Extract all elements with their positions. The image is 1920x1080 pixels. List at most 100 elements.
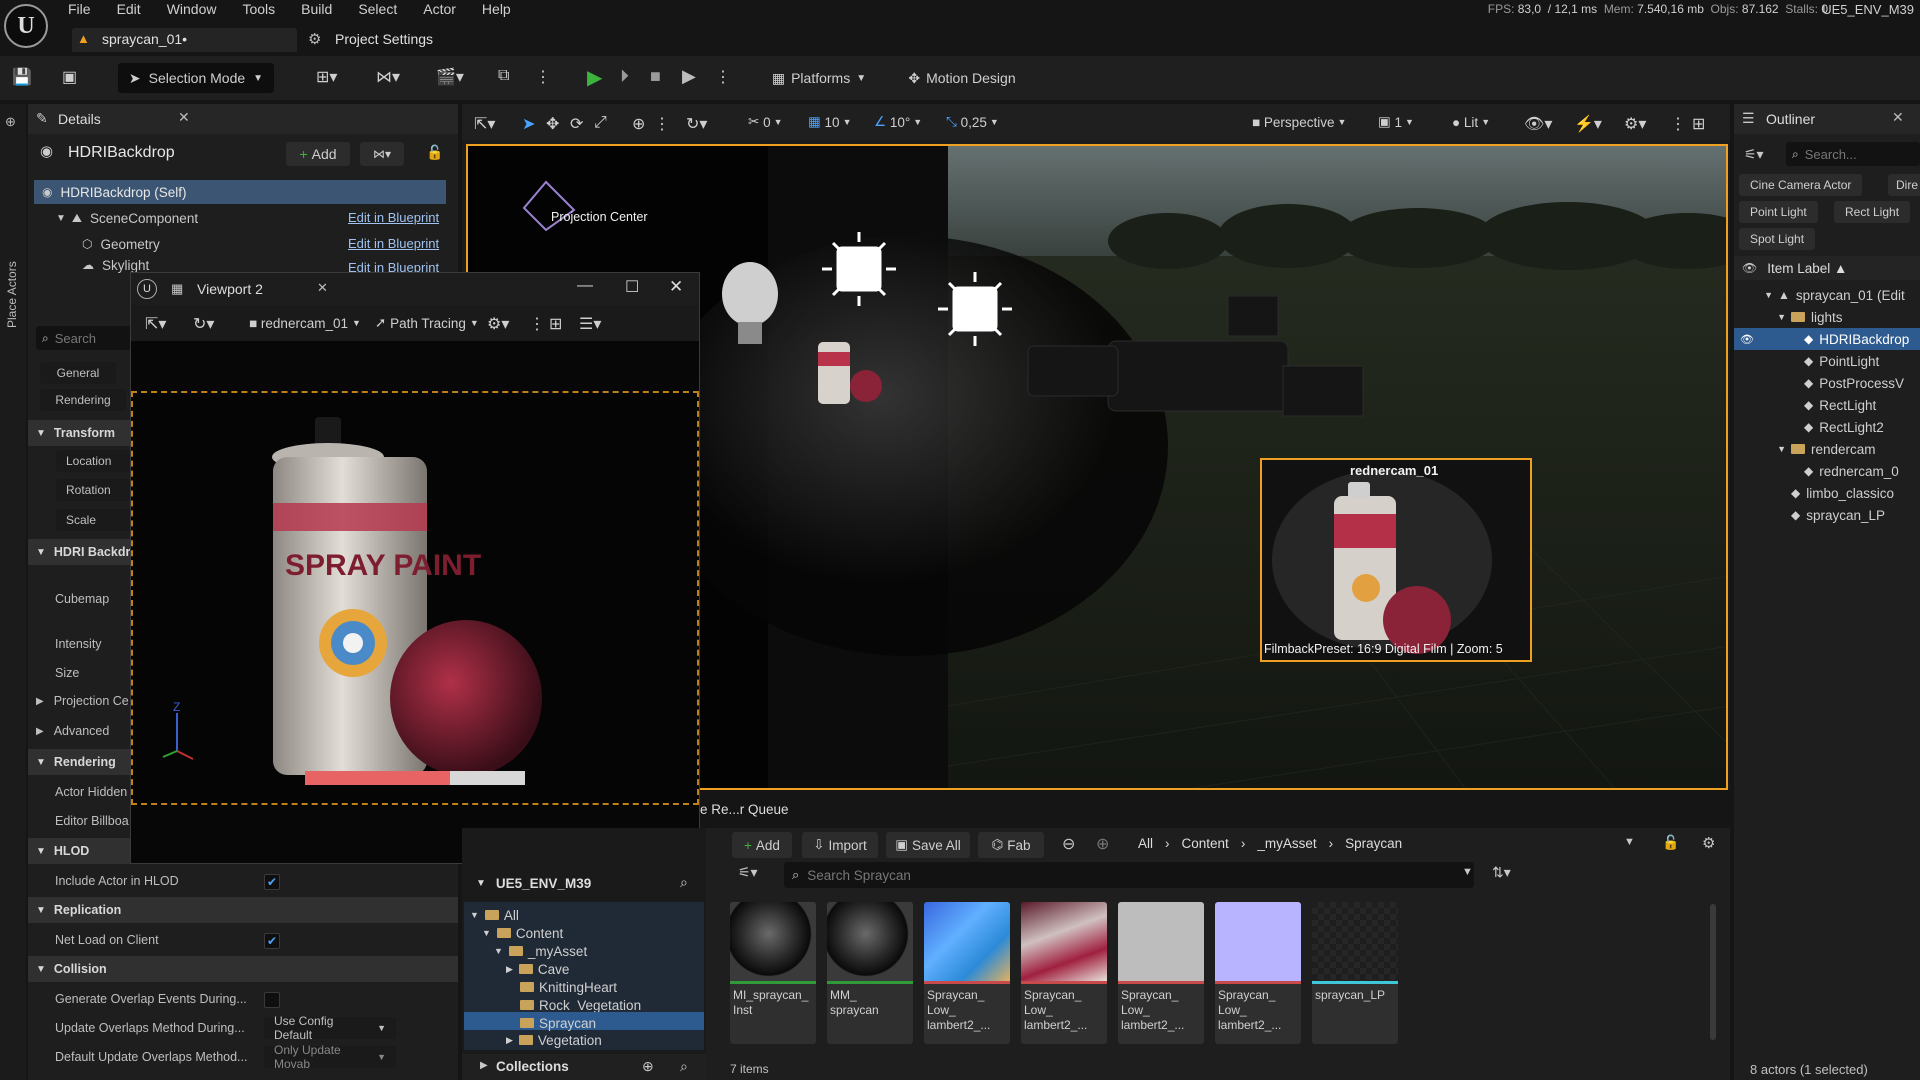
tree-knittingheart[interactable]: KnittingHeart bbox=[520, 978, 617, 996]
details-tab[interactable]: ✎ Details ✕ bbox=[28, 104, 458, 134]
camera-speed-dropdown[interactable]: ▣ 1 ▼ bbox=[1378, 110, 1414, 134]
content-icon[interactable]: ▣ bbox=[62, 67, 77, 87]
minimize-icon[interactable]: — bbox=[577, 277, 593, 295]
filter-icon[interactable]: ⚟▾ bbox=[738, 864, 758, 881]
grid-snap-dropdown[interactable]: ▦ 10 ▼ bbox=[808, 110, 851, 134]
add-button[interactable]: + Add bbox=[732, 832, 792, 858]
breadcrumb-item[interactable]: _myAsset bbox=[1257, 836, 1316, 851]
outliner-item[interactable]: ◆ spraycan_LP bbox=[1734, 504, 1920, 526]
outliner-item[interactable]: ◆ RectLight2 bbox=[1734, 416, 1920, 438]
tree-content[interactable]: ▼ Content bbox=[482, 924, 563, 942]
more-icon[interactable]: ⋮ bbox=[529, 314, 545, 334]
tree-cave[interactable]: ▶ Cave bbox=[506, 960, 569, 978]
visibility-icon[interactable]: 👁 bbox=[1740, 333, 1760, 346]
selection-mode-dropdown[interactable]: ➤ Selection Mode ▼ bbox=[118, 63, 274, 93]
tab-level[interactable]: ▲ spraycan_01• bbox=[72, 28, 297, 52]
play-more-icon[interactable]: ⋮ bbox=[715, 67, 731, 87]
section-collision[interactable]: ▼ Collision bbox=[28, 956, 458, 982]
add-component-button[interactable]: + Add bbox=[286, 142, 350, 166]
outliner-item[interactable]: ◆ RectLight bbox=[1734, 394, 1920, 416]
menu-window[interactable]: Window bbox=[167, 1, 217, 17]
snap-dropdown[interactable]: ✂ 0 ▼ bbox=[748, 110, 783, 134]
settings-icon[interactable]: ⚙▾ bbox=[1624, 114, 1646, 134]
close-tab-icon[interactable]: ✕ bbox=[317, 280, 328, 296]
more-icon[interactable]: ⋮ bbox=[1670, 114, 1686, 134]
menu-edit[interactable]: Edit bbox=[117, 1, 141, 17]
asset-tile[interactable]: Spraycan_ Low_ lambert2_... bbox=[1118, 902, 1204, 1044]
asset-tile[interactable]: Spraycan_ Low_ lambert2_... bbox=[1215, 902, 1301, 1044]
back-icon[interactable]: ⊖ bbox=[1062, 834, 1075, 854]
chip-cine-camera[interactable]: Cine Camera Actor bbox=[1739, 174, 1863, 196]
breadcrumb-item[interactable]: Content bbox=[1182, 836, 1229, 851]
place-actors-strip[interactable]: ⊕ Place Actors bbox=[0, 104, 26, 1080]
tree-vegetation[interactable]: ▶ Vegetation bbox=[506, 1032, 602, 1048]
projection-center-label[interactable]: Projection Center bbox=[551, 210, 648, 224]
outliner-item[interactable]: ◆ PostProcessV bbox=[1734, 372, 1920, 394]
outliner-item[interactable]: ◆ rednercam_0 bbox=[1734, 460, 1920, 482]
save-icon[interactable]: 💾 bbox=[12, 67, 32, 87]
advanced-row[interactable]: ▶ Advanced bbox=[36, 724, 109, 738]
chevron-down-icon[interactable]: ▼ bbox=[1624, 836, 1635, 848]
filter-general[interactable]: General bbox=[40, 362, 116, 384]
unreal-logo-icon[interactable]: U bbox=[4, 4, 48, 48]
edit-in-blueprint-link[interactable]: Edit in Blueprint bbox=[348, 210, 439, 225]
select-icon[interactable]: ➤ bbox=[522, 114, 535, 134]
rotation-snap-dropdown[interactable]: ∠ 10° ▼ bbox=[874, 110, 922, 134]
edit-in-blueprint-link[interactable]: Edit in Blueprint bbox=[348, 236, 439, 251]
settings-icon[interactable]: ⚙▾ bbox=[487, 314, 509, 334]
filter-rendering[interactable]: Rendering bbox=[40, 389, 126, 411]
maximize-icon[interactable]: ☐ bbox=[625, 277, 639, 297]
tab-project-settings[interactable]: ⚙ Project Settings bbox=[305, 28, 485, 52]
viewport2-render[interactable]: SPRAY PAINT Z bbox=[131, 391, 699, 805]
asset-tile[interactable]: spraycan_LP bbox=[1312, 902, 1398, 1044]
close-icon[interactable]: ✕ bbox=[1892, 109, 1904, 126]
scale-icon[interactable]: ⤢ bbox=[594, 114, 607, 132]
hamburger-icon[interactable]: ☰▾ bbox=[579, 314, 601, 334]
chip-rect-light[interactable]: Rect Light bbox=[1834, 201, 1911, 223]
outliner-search-input[interactable]: ⌕ Search... bbox=[1786, 142, 1920, 166]
default-update-dropdown[interactable]: Only Update Movab ▼ bbox=[264, 1043, 396, 1071]
build-icon[interactable]: ⧉ bbox=[498, 67, 509, 85]
outliner-tab[interactable]: ☰ Outliner ✕ bbox=[1734, 104, 1920, 134]
import-button[interactable]: ⇩ Import bbox=[802, 832, 878, 858]
fab-button[interactable]: ⌬ Fab bbox=[978, 832, 1044, 858]
search-icon[interactable]: ⌕ bbox=[680, 874, 688, 891]
filter-icon[interactable]: ⚟▾ bbox=[1744, 146, 1764, 163]
chip-spot-light[interactable]: Spot Light bbox=[1739, 228, 1816, 250]
outliner-header[interactable]: 👁 Item Label ▲ bbox=[1734, 256, 1920, 280]
move-icon[interactable]: ✥ bbox=[546, 114, 559, 134]
outliner-item[interactable]: ▼ lights bbox=[1734, 306, 1920, 328]
outliner-item[interactable]: ▼ ▲ spraycan_01 (Edit bbox=[1734, 284, 1920, 306]
rotate-icon[interactable]: ⟳ bbox=[570, 114, 583, 134]
lock-icon[interactable]: 🔓 bbox=[1662, 834, 1679, 851]
generate-overlap-checkbox[interactable]: ✔ bbox=[264, 992, 280, 1008]
camera-dropdown[interactable]: ■ rednercam_01 ▼ bbox=[249, 311, 361, 335]
render-queue-tab[interactable]: e Re...r Queue bbox=[700, 802, 789, 817]
asset-tile[interactable]: MI_spraycan_ Inst bbox=[730, 902, 816, 1044]
tree-spraycan[interactable]: Spraycan bbox=[520, 1014, 596, 1032]
outliner-item[interactable]: 👁 ◆ HDRIBackdrop bbox=[1734, 328, 1920, 350]
settings-icon[interactable]: ⚙ bbox=[1702, 834, 1715, 852]
projection-center-row[interactable]: ▶ Projection Ce bbox=[36, 694, 129, 708]
show-icon[interactable]: 👁▾ bbox=[1524, 114, 1552, 134]
menu-help[interactable]: Help bbox=[482, 1, 511, 17]
scale-snap-dropdown[interactable]: ⤡ 0,25 ▼ bbox=[946, 110, 999, 134]
breadcrumb-item[interactable]: All bbox=[1138, 836, 1153, 851]
stop-icon[interactable]: ■ bbox=[650, 66, 661, 87]
close-icon[interactable]: ✕ bbox=[178, 109, 190, 126]
sources-root[interactable]: ▼ UE5_ENV_M39 bbox=[476, 876, 591, 891]
search-icon[interactable]: ⌕ bbox=[680, 1058, 688, 1075]
menu-select[interactable]: Select bbox=[358, 1, 397, 17]
add-actor-icon[interactable]: ⊞▾ bbox=[316, 67, 337, 87]
layout-icon[interactable]: ⊞ bbox=[549, 314, 562, 334]
close-window-icon[interactable]: ✕ bbox=[669, 277, 683, 297]
motion-design-button[interactable]: ✥ Motion Design bbox=[900, 63, 1024, 93]
sort-icon[interactable]: ⇅▾ bbox=[1492, 864, 1511, 881]
asset-tile[interactable]: Spraycan_ Low_ lambert2_... bbox=[1021, 902, 1107, 1044]
collections-bar[interactable]: ▶ Collections ⊕ ⌕ bbox=[462, 1054, 706, 1080]
asset-scrollbar[interactable] bbox=[1710, 904, 1716, 1040]
details-search-input[interactable]: ⌕ Search bbox=[36, 326, 136, 350]
menu-tools[interactable]: Tools bbox=[242, 1, 275, 17]
tree-all[interactable]: ▼ All bbox=[470, 906, 519, 924]
lit-dropdown[interactable]: ● Lit ▼ bbox=[1452, 110, 1490, 134]
